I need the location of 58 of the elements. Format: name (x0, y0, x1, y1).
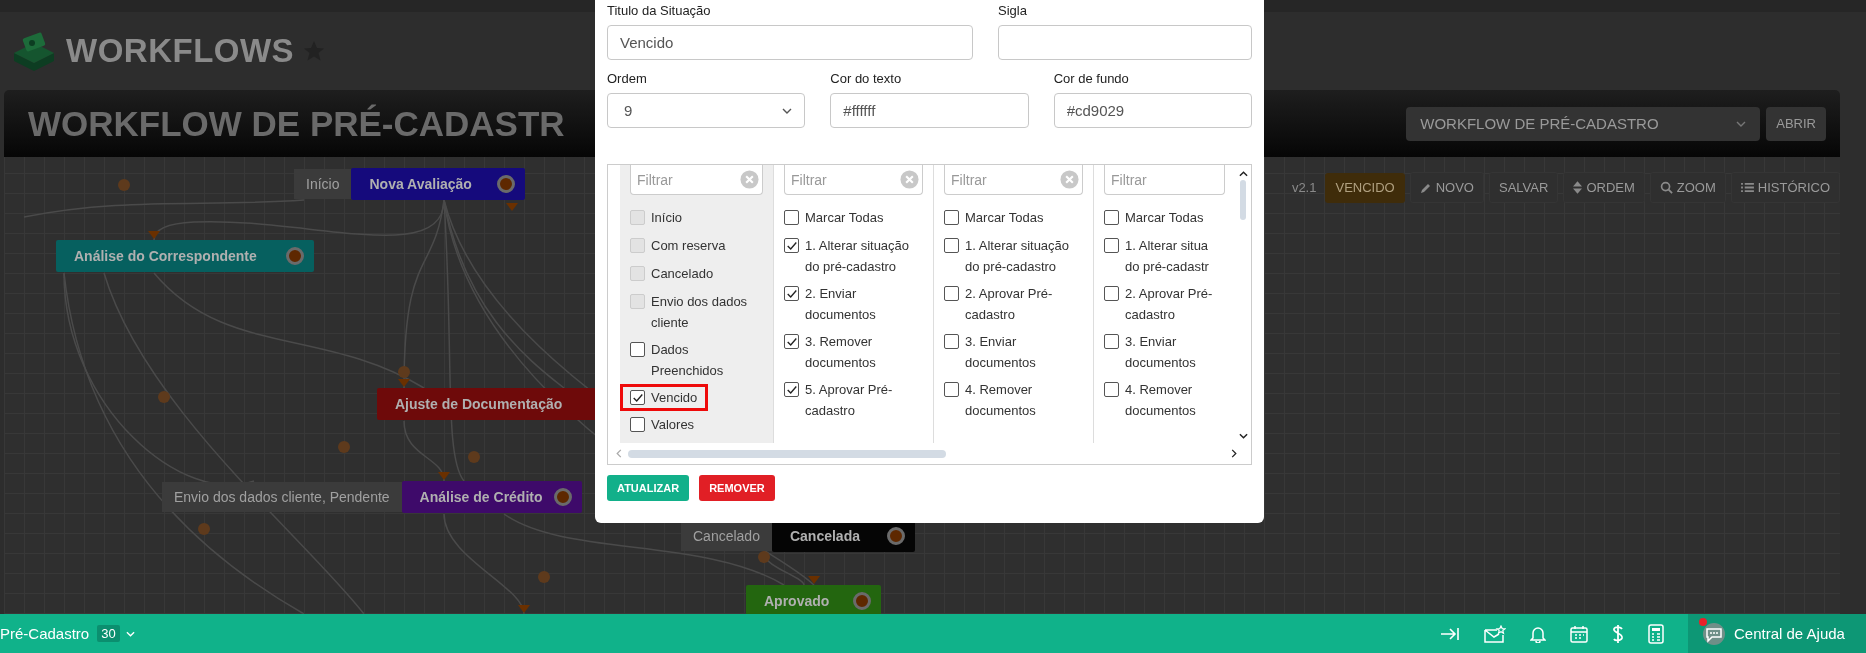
option-label: 1. Alterar situação do pré-cadastro (805, 237, 911, 276)
option-label: Início (651, 209, 683, 227)
option-label: 3. Enviar documentos (965, 333, 1037, 372)
option-label: 1. Alterar situa do pré-cadastr (1125, 237, 1210, 276)
option-label: Marcar Todas (1125, 209, 1204, 227)
option-label: 2. Aprovar Pré-cadastro (1125, 285, 1214, 324)
field-label: Ordem (607, 70, 648, 88)
toolbar-button[interactable]: ORDEM (1563, 172, 1645, 203)
workflow-title: WORKFLOW DE PRÉ-CADASTR (27, 103, 565, 144)
workflow-node[interactable]: Nova Avaliação (351, 168, 526, 200)
option-label: Com reserva (651, 237, 726, 255)
option-label: 4. Remover documentos (965, 381, 1037, 420)
toolbar-button[interactable]: NOVO (1409, 172, 1484, 203)
module-name: Pré-Cadastro (0, 625, 90, 642)
filter-field[interactable]: Filtrar (784, 165, 923, 195)
option-label: Dados Preenchidos (651, 341, 725, 380)
text-field[interactable]: #cd9029 (1053, 93, 1252, 128)
option-label: Vencido (651, 389, 698, 407)
select-field[interactable]: 9 (607, 93, 806, 128)
option-label: 5. Aprovar Pré-cadastro (805, 381, 894, 420)
option-label: 3. Remover documentos (805, 333, 877, 372)
option-label: Cancelado (651, 265, 714, 283)
field-label: Cor do texto (830, 70, 903, 88)
option-label: Marcar Todas (805, 209, 884, 227)
toolbar-button[interactable]: ZOOM (1649, 172, 1726, 203)
workflow-node[interactable]: Análise do Correspondente (56, 240, 314, 272)
option-label: 2. Enviar documentos (805, 285, 877, 324)
filter-field[interactable]: Filtrar (1104, 165, 1225, 195)
text-field[interactable]: #ffffff (830, 93, 1029, 128)
workflow-select[interactable]: WORKFLOW DE PRÉ-CADASTRO (1406, 106, 1761, 141)
status-badge: VENCIDO (1325, 172, 1405, 203)
option-label: 3. Enviar documentos (1125, 333, 1197, 372)
option-label: 4. Remover documentos (1125, 381, 1197, 420)
workflow-node[interactable]: Aprovado (746, 585, 881, 614)
field-label: Titulo da Situação (607, 2, 712, 20)
app-title: WORKFLOWS (66, 32, 295, 70)
node-tag: Cancelado (681, 521, 772, 551)
field-label: Sigla (998, 2, 1028, 20)
option-label: Envio dos dados cliente (651, 293, 749, 332)
open-button[interactable]: ABRIR (1766, 106, 1826, 141)
remove-button[interactable]: REMOVER (699, 475, 775, 501)
workflow-node[interactable]: Análise de Crédito (401, 481, 582, 513)
count-badge: 30 (97, 625, 120, 642)
toolbar-button[interactable]: HISTÓRICO (1730, 172, 1840, 203)
node-tag: Envio dos dados cliente, Pendente (162, 482, 402, 512)
update-button[interactable]: ATUALIZAR (607, 475, 690, 501)
option-label: 2. Aprovar Pré-cadastro (965, 285, 1054, 324)
filter-field[interactable]: Filtrar (630, 165, 763, 195)
option-label: 1. Alterar situação do pré-cadastro (965, 237, 1071, 276)
field-label: Cor de fundo (1053, 70, 1130, 88)
text-field[interactable]: Vencido (607, 25, 973, 60)
option-label: Valores (651, 416, 695, 434)
filter-field[interactable]: Filtrar (944, 165, 1083, 195)
node-tag: Início (294, 169, 352, 199)
toolbar-button[interactable]: SALVAR (1489, 172, 1559, 203)
option-label: Marcar Todas (965, 209, 1044, 227)
help-button[interactable]: Central de Ajuda (1688, 614, 1866, 653)
version-label: v2.1 (1291, 180, 1317, 195)
